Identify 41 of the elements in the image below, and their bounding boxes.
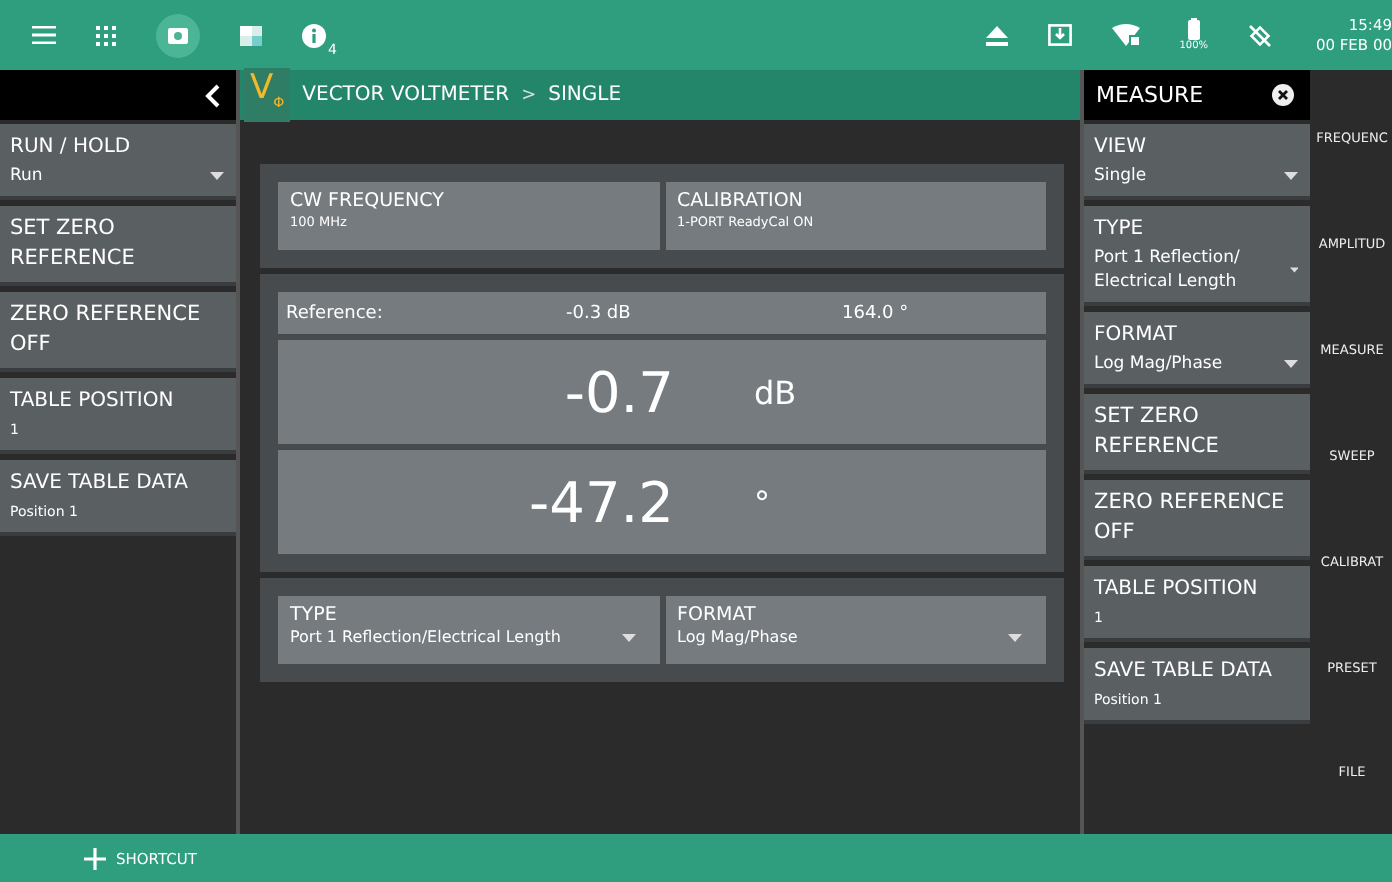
caret-icon: [1284, 360, 1298, 368]
breadcrumb-item[interactable]: SINGLE: [548, 84, 622, 106]
reference-label: Reference:: [286, 303, 385, 323]
dropdown-field[interactable]: FORMAT Log Mag/Phase: [665, 596, 1046, 664]
panel-title: MEASURE: [1096, 82, 1204, 108]
caret-icon: [1284, 172, 1298, 180]
close-icon[interactable]: [1272, 84, 1294, 106]
dropdown-field[interactable]: TYPE Port 1 Reflection/Electrical Length: [278, 596, 659, 664]
reading-unit: °: [752, 483, 772, 521]
reference-magnitude: -0.3 dB: [566, 303, 633, 323]
eject-icon[interactable]: [985, 25, 1008, 45]
caret-icon: [621, 633, 635, 641]
breadcrumb-separator: >: [521, 85, 537, 105]
breadcrumb-item[interactable]: VECTOR VOLTMETER: [302, 84, 510, 106]
camera-icon[interactable]: [156, 13, 200, 57]
menu-icon[interactable]: [32, 26, 56, 44]
plus-icon: [84, 847, 106, 869]
grid-icon[interactable]: [96, 25, 116, 45]
caret-icon: [210, 172, 224, 180]
menu-item[interactable]: ZERO REFERENCE OFF: [1084, 480, 1310, 560]
reference-phase: 164.0 °: [840, 303, 911, 323]
wifi-icon[interactable]: [1111, 24, 1140, 46]
caret-icon: [1289, 266, 1298, 274]
app-logo: V$_{Φ}$: [244, 67, 291, 123]
battery-icon: [1187, 18, 1200, 40]
menu-item[interactable]: TYPE Port 1 Reflection/ Electrical Length: [1084, 206, 1310, 306]
caret-icon: [1008, 633, 1022, 641]
menu-item[interactable]: VIEW Single: [1084, 124, 1310, 200]
reading-value: -0.7: [562, 359, 674, 425]
window-icon[interactable]: [240, 25, 262, 45]
menu-item[interactable]: SET ZERO REFERENCE: [0, 206, 236, 286]
menu-item[interactable]: FORMAT Log Mag/Phase: [1084, 312, 1310, 388]
info-icon[interactable]: [302, 23, 326, 47]
back-icon[interactable]: [204, 83, 220, 107]
menu-item[interactable]: RUN / HOLD Run: [0, 124, 236, 200]
reading-value: -47.2: [527, 469, 674, 535]
download-icon[interactable]: [1047, 24, 1072, 46]
reading-unit: dB: [752, 373, 799, 411]
menu-item[interactable]: SET ZERO REFERENCE: [1084, 394, 1310, 474]
menu-item[interactable]: ZERO REFERENCE OFF: [0, 292, 236, 372]
rotation-lock-icon[interactable]: [1248, 23, 1272, 47]
